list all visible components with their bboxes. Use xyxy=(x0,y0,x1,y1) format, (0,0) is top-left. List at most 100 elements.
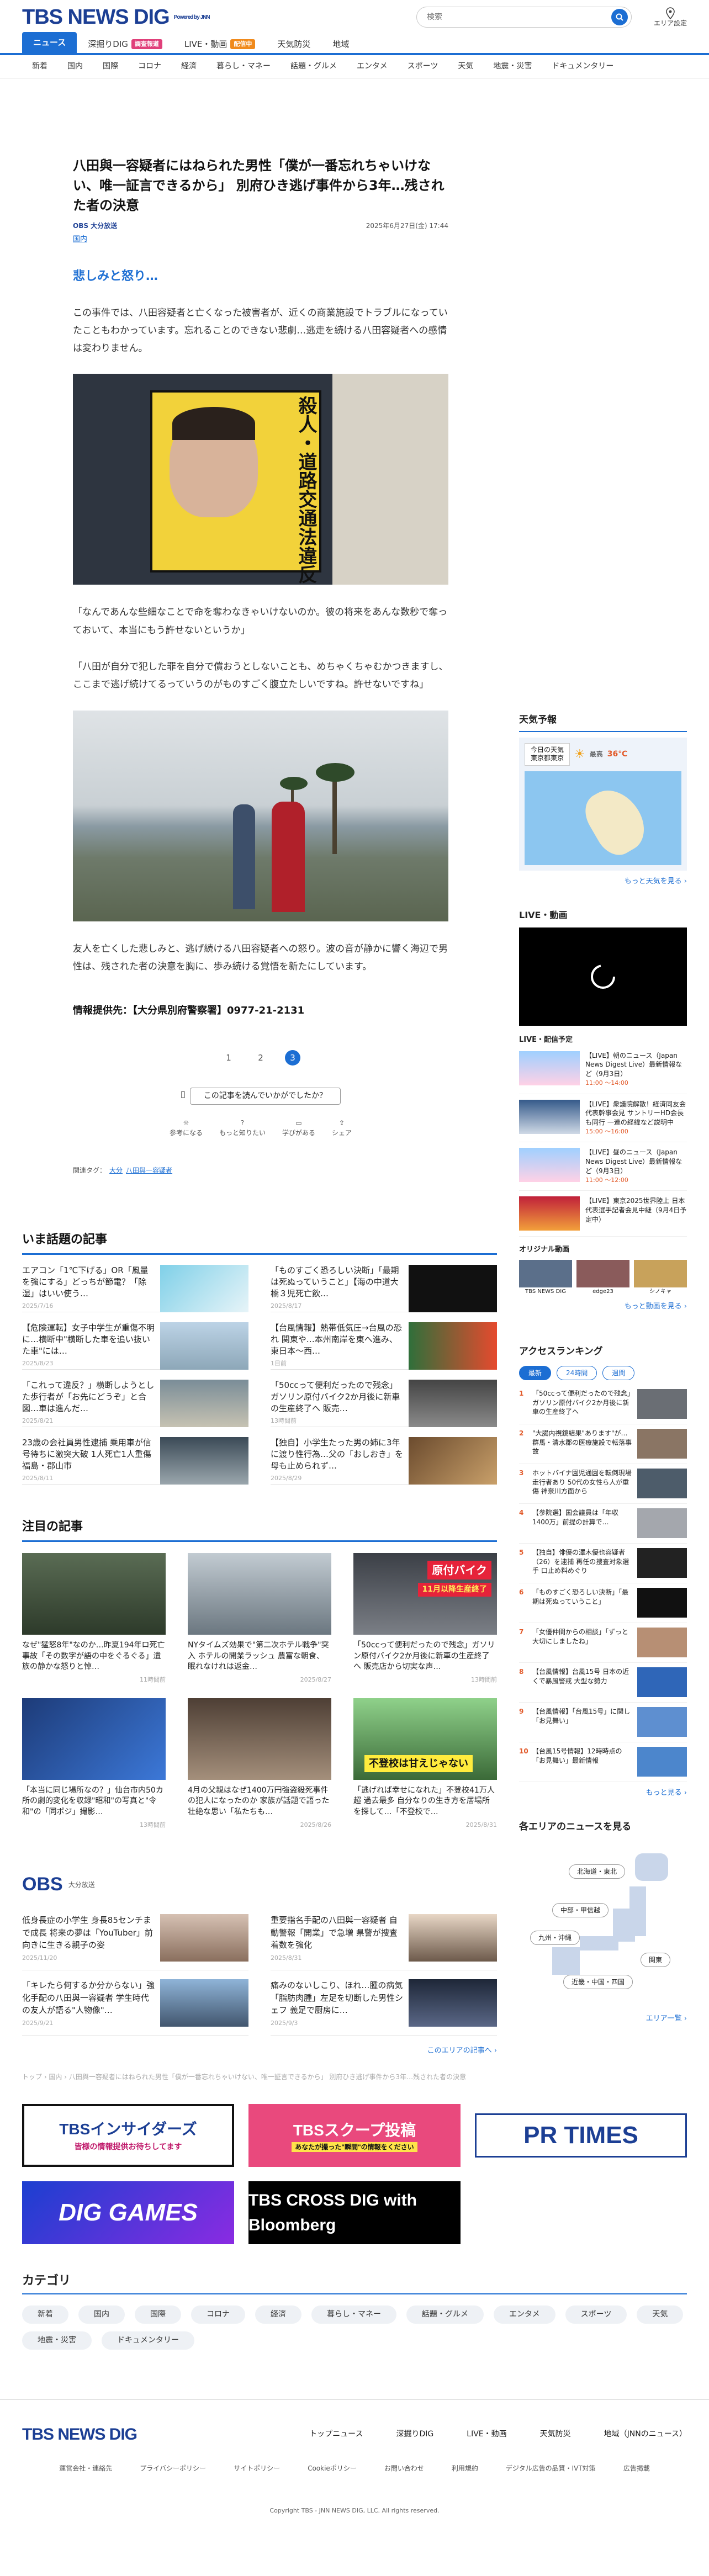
subnav-item[interactable]: 国際 xyxy=(93,61,128,72)
ranking-item[interactable]: 2 "大腸内視鏡結果"あります"が…群馬・清水郡の医療施設で転落事故 xyxy=(519,1424,687,1464)
reaction-want-more[interactable]: ? もっと知りたい xyxy=(219,1118,266,1138)
featured-item[interactable]: 原付バイク 11月以降生産終了 「50ccって便利だったので残念」ガソリン原付バイク… xyxy=(353,1553,497,1685)
trending-item[interactable]: 「これって違反？」横断しようとした歩行者が「お先にどうぞ」と合図…車は進んだ… 2… xyxy=(22,1370,248,1428)
obs-logo[interactable]: OBS xyxy=(22,1870,63,1899)
nav-deep-dig[interactable]: 深掘りDIG 調査報道 xyxy=(77,35,173,53)
trending-item[interactable]: 【独自】小学生たった男の姉に3年に渡り性行為…父の「おしおき」を母も止められず…… xyxy=(271,1427,497,1485)
footer-sub-link[interactable]: Cookieポリシー xyxy=(308,2463,357,2473)
article-source[interactable]: OBS 大分放送 xyxy=(73,221,117,231)
reaction-helpful[interactable]: ☼ 参考になる xyxy=(170,1118,203,1138)
category-chip[interactable]: 地震・災害 xyxy=(22,2331,92,2350)
subnav-item[interactable]: 地震・災害 xyxy=(483,61,542,72)
trending-item[interactable]: 【台風情報】熱帯低気圧→台風の恐れ 関東や…本州南岸を東へ進み、東日本〜西… 1日… xyxy=(271,1312,497,1370)
cross-dig-banner[interactable]: TBS CROSS DIG with Bloomberg xyxy=(248,2181,461,2244)
area-button[interactable]: 関東 xyxy=(641,1952,671,1967)
category-chip[interactable]: 国内 xyxy=(78,2305,125,2324)
trending-item[interactable]: 「ものすごく恐ろしい決断」「最期は死ぬっていうこと」【海の中道大橋３児死亡飲… 2… xyxy=(271,1255,497,1313)
insiders-banner[interactable]: TBSインサイダーズ 皆様の情報提供お待ちしてます xyxy=(22,2103,234,2167)
ranking-item[interactable]: 4 【参院選】国会議員は「年収1400万」前提の計算で… xyxy=(519,1504,687,1544)
weather-tab[interactable]: 今日の天気 東京都東京 xyxy=(525,743,570,766)
subnav-item[interactable]: 経済 xyxy=(171,61,207,72)
obs-item[interactable]: 低身長症の小学生 身長85センチまで成長 将来の夢は「YouTuber」前向きに… xyxy=(22,1905,248,1971)
subnav-item[interactable]: コロナ xyxy=(128,61,171,72)
subnav-item[interactable]: ドキュメンタリー xyxy=(542,61,623,72)
category-chip[interactable]: 国際 xyxy=(135,2305,181,2324)
site-logo[interactable]: TBS NEWS DIG Powered by JNN xyxy=(22,2,210,33)
footer-sub-link[interactable]: 広告掲載 xyxy=(623,2463,650,2473)
share-button[interactable]: ⇪ シェア xyxy=(332,1118,352,1138)
ranking-tab[interactable]: 24時間 xyxy=(557,1365,597,1380)
original-video[interactable]: シノキャ xyxy=(634,1259,687,1296)
page-link-current[interactable]: 3 xyxy=(285,1050,300,1066)
area-list-link[interactable]: エリア一覧 › xyxy=(519,2013,687,2024)
live-player[interactable] xyxy=(519,927,687,1026)
dig-games-banner[interactable]: DIG GAMES xyxy=(22,2181,234,2244)
footer-link[interactable]: 地域（JNNのニュース） xyxy=(604,2429,687,2440)
original-more-link[interactable]: もっと動画を見る › xyxy=(519,1301,687,1312)
trending-item[interactable]: 「50ccって便利だったので残念」ガソリン原付バイク2か月後に新車の生産終了へ … xyxy=(271,1370,497,1428)
footer-sub-link[interactable]: 運営会社・連絡先 xyxy=(59,2463,112,2473)
featured-item[interactable]: NYタイムズ効果で"第二次ホテル戦争"突入 ホテルの開業ラッシュ 農富な朝食、眠… xyxy=(188,1553,331,1685)
schedule-item[interactable]: 【LIVE】衆議院解散！経済同友会代表幹事会見 サントリーHD会長も同行 一連の… xyxy=(519,1094,687,1143)
reaction-learning[interactable]: ▭ 学びがある xyxy=(282,1118,315,1138)
category-chip[interactable]: 経済 xyxy=(255,2305,301,2324)
schedule-item[interactable]: 【LIVE】東京2025世界陸上 日本代表選手記者会見中継（9月4日予定中） xyxy=(519,1191,687,1237)
schedule-item[interactable]: 【LIVE】昼のニュース（Japan News Digest Live）最新情報… xyxy=(519,1142,687,1191)
footer-sub-link[interactable]: プライバシーポリシー xyxy=(140,2463,206,2473)
article-category-link[interactable]: 国内 xyxy=(73,234,448,245)
obs-item[interactable]: 「キレたら何するか分からない」強化手配の八田與一容疑者 学生時代の友人が語る"人… xyxy=(22,1970,248,2036)
search-button[interactable] xyxy=(611,9,628,25)
subnav-item[interactable]: エンタメ xyxy=(347,61,398,72)
weather-more-link[interactable]: もっと天気を見る › xyxy=(519,876,687,887)
ranking-item[interactable]: 6 「ものすごく恐ろしい決断」「最期は死ぬっていうこと」 xyxy=(519,1583,687,1623)
trending-item[interactable]: 23歳の会社員男性逮捕 乗用車が信号待ちに激突大破 1人死亡1人重傷 福島・郡山… xyxy=(22,1427,248,1485)
nav-live[interactable]: LIVE・動画 配信中 xyxy=(173,35,267,53)
obs-more-link[interactable]: このエリアの記事へ › xyxy=(22,2045,497,2056)
area-button[interactable]: 近畿・中国・四国 xyxy=(563,1974,633,1989)
nav-weather[interactable]: 天気防災 xyxy=(266,35,321,53)
category-chip[interactable]: 話題・グルメ xyxy=(406,2305,484,2324)
original-video[interactable]: edge23 xyxy=(576,1259,629,1296)
original-video[interactable]: TBS NEWS DIG xyxy=(519,1259,572,1296)
featured-item[interactable]: 4月の父親はなぜ1400万円強盗殺死事件の犯人になったのか 家族が話題で語った壮… xyxy=(188,1698,331,1830)
subnav-item[interactable]: 新着 xyxy=(22,61,57,72)
subnav-item[interactable]: 天気 xyxy=(448,61,483,72)
page-link[interactable]: 1 xyxy=(221,1050,236,1066)
ranking-item[interactable]: 9 【台風情報】「台風15号」に関し「お見舞い」 xyxy=(519,1703,687,1742)
featured-item[interactable]: 「本当に同じ場所なの？」仙台市内50カ所の劇的変化を収録"昭和"の写真と"令和"… xyxy=(22,1698,166,1830)
obs-item[interactable]: 痛みのないしこり、ほれ…腫の病気「脂肪肉腫」左足を切断した男性シェフ 義足で厨房… xyxy=(271,1970,497,2036)
area-button[interactable]: 北海道・東北 xyxy=(569,1864,626,1879)
nav-region[interactable]: 地域 xyxy=(321,35,360,53)
footer-sub-link[interactable]: デジタル広告の品質・IVT対策 xyxy=(506,2463,596,2473)
footer-sub-link[interactable]: 利用規約 xyxy=(452,2463,478,2473)
category-chip[interactable]: コロナ xyxy=(191,2305,245,2324)
trending-item[interactable]: エアコン「1℃下げる」OR「風量を強にする」どっちが節電？「除湿」はいい使う… 2… xyxy=(22,1255,248,1313)
tag-link[interactable]: 大分 xyxy=(109,1167,123,1174)
ranking-item[interactable]: 1 「50ccって便利だったので残念」ガソリン原付バイク2か月後に新車の生産終了へ xyxy=(519,1385,687,1424)
weather-map[interactable] xyxy=(525,771,681,865)
subnav-item[interactable]: スポーツ xyxy=(398,61,448,72)
footer-sub-link[interactable]: サイトポリシー xyxy=(234,2463,280,2473)
category-chip[interactable]: ドキュメンタリー xyxy=(102,2331,194,2350)
subnav-item[interactable]: 国内 xyxy=(57,61,93,72)
subnav-item[interactable]: 暮らし・マネー xyxy=(207,61,281,72)
featured-item[interactable]: なぜ"猛怒8年"なのか…昨夏194年ロ死亡事故「その数字が語の中をぐるぐる」遺族… xyxy=(22,1553,166,1685)
featured-item[interactable]: 不登校は甘えじゃない 「逃げれば幸せになれた」不登校41万人超 過去最多 自分なり… xyxy=(353,1698,497,1830)
ranking-item[interactable]: 3 ホットバイナ園児通園を転倒現場走行者あり 50代の女性ら人が重傷 神奈川方面か… xyxy=(519,1464,687,1504)
ranking-tab[interactable]: 週間 xyxy=(602,1365,635,1380)
ranking-item[interactable]: 8 【台風情報】台風15号 日本の近くで暴風警戒 大型な勢力 xyxy=(519,1663,687,1703)
footer-sub-link[interactable]: お問い合わせ xyxy=(384,2463,424,2473)
subnav-item[interactable]: 話題・グルメ xyxy=(281,61,347,72)
nav-news[interactable]: ニュース xyxy=(22,32,77,53)
footer-link[interactable]: 深掘りDIG xyxy=(396,2429,434,2440)
scoop-banner[interactable]: TBSスクープ投稿 あなたが撮った"瞬間"の情報をください xyxy=(248,2103,461,2167)
ranking-tab[interactable]: 最新 xyxy=(519,1365,552,1380)
area-setting-button[interactable]: エリア設定 xyxy=(654,7,687,27)
search-input[interactable] xyxy=(426,13,611,22)
category-chip[interactable]: 暮らし・マネー xyxy=(311,2305,396,2324)
footer-link[interactable]: LIVE・動画 xyxy=(467,2429,506,2440)
footer-link[interactable]: トップニュース xyxy=(309,2429,363,2440)
obs-item[interactable]: 重要指名手配の八田與一容疑者 自動警報「開業」で急増 県警が捜査着数を強化 202… xyxy=(271,1905,497,1971)
tag-link[interactable]: 八田與一容疑者 xyxy=(126,1167,172,1174)
category-chip[interactable]: 新着 xyxy=(22,2305,68,2324)
